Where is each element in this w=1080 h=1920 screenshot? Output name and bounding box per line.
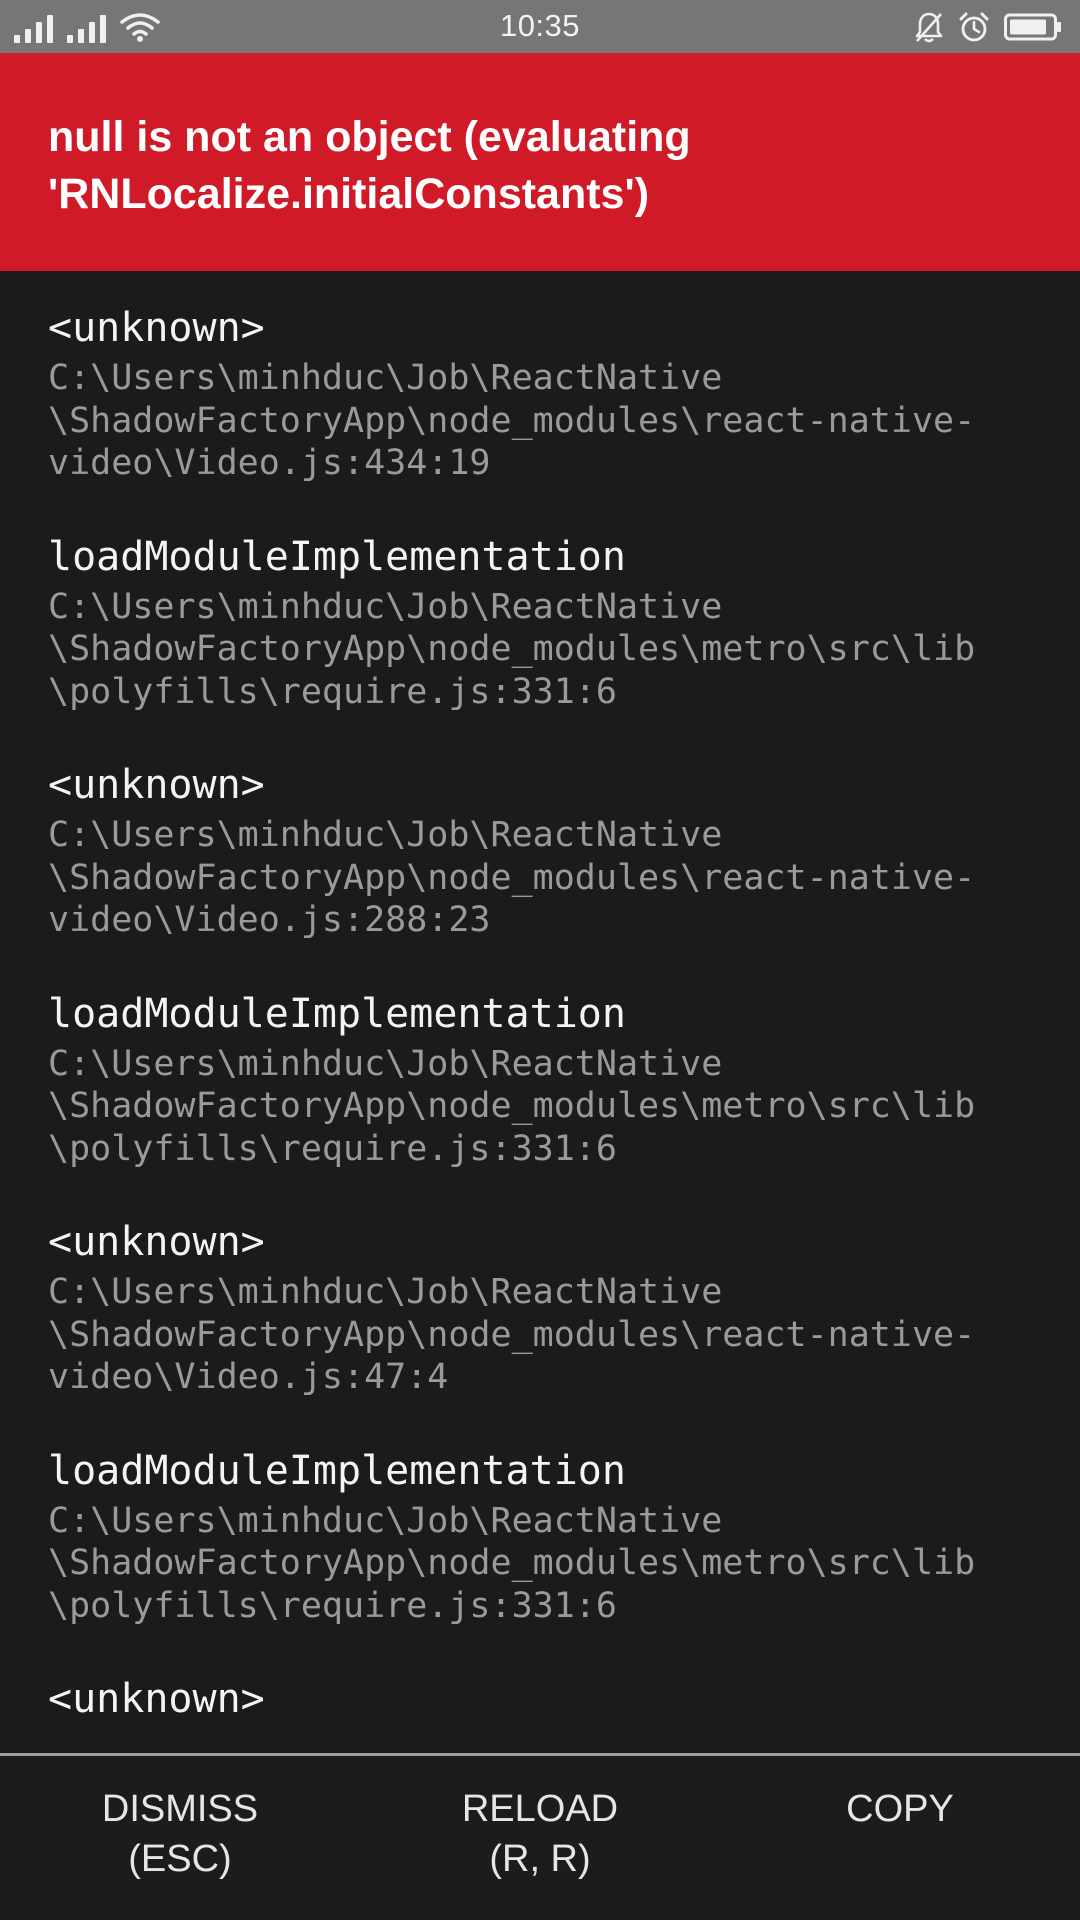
- stack-frame-method: loadModuleImplementation: [48, 1447, 626, 1494]
- stack-frame-method: <unknown>: [48, 762, 265, 808]
- stack-frame[interactable]: loadModuleImplementation C:\Users\minhdu…: [48, 989, 1032, 1171]
- alarm-icon: [959, 12, 989, 42]
- stack-frame-method: loadModuleImplementation: [48, 990, 626, 1037]
- status-bar: 10:35: [0, 0, 1080, 53]
- stack-frame-method: loadModuleImplementation: [48, 533, 626, 580]
- stack-frame[interactable]: <unknown> C:\Users\minhduc\Job\ReactNati…: [48, 760, 1032, 942]
- dismiss-button-label: DISMISS: [101, 1788, 259, 1830]
- error-message: null is not an object (evaluating 'RNLoc…: [48, 113, 691, 218]
- stack-frame-file: C:\Users\minhduc\Job\ReactNative \Shadow…: [48, 586, 976, 712]
- reload-button-shortcut: (R, R): [489, 1838, 591, 1880]
- error-header: null is not an object (evaluating 'RNLoc…: [0, 53, 1080, 271]
- stack-frame[interactable]: loadModuleImplementation C:\Users\minhdu…: [48, 532, 1032, 714]
- copy-button[interactable]: COPY: [720, 1756, 1080, 1920]
- stack-frame-file: C:\Users\minhduc\Job\ReactNative \Shadow…: [48, 815, 976, 940]
- status-right-icons: [914, 10, 1062, 44]
- stack-frame-file: C:\Users\minhduc\Job\ReactNative \Shadow…: [48, 1272, 976, 1397]
- reload-button-label: RELOAD: [461, 1788, 619, 1830]
- notifications-off-icon: [915, 12, 943, 43]
- stack-frame[interactable]: <unknown>: [48, 1674, 1032, 1724]
- stack-frame-file: C:\Users\minhduc\Job\ReactNative \Shadow…: [48, 358, 976, 483]
- stack-frame[interactable]: <unknown> C:\Users\minhduc\Job\ReactNati…: [48, 303, 1032, 485]
- stack-frame[interactable]: <unknown> C:\Users\minhduc\Job\ReactNati…: [48, 1217, 1032, 1399]
- stack-frame[interactable]: loadModuleImplementation C:\Users\minhdu…: [48, 1446, 1032, 1628]
- reload-button[interactable]: RELOAD (R, R): [360, 1756, 720, 1920]
- stack-frame-method: <unknown>: [48, 305, 265, 351]
- copy-button-label: COPY: [846, 1788, 954, 1830]
- dismiss-button-shortcut: (ESC): [128, 1838, 232, 1880]
- stack-frame-method: <unknown>: [48, 1219, 265, 1265]
- stack-frame-file: C:\Users\minhduc\Job\ReactNative \Shadow…: [48, 1500, 976, 1626]
- dismiss-button[interactable]: DISMISS (ESC): [0, 1756, 360, 1920]
- stack-trace[interactable]: <unknown> C:\Users\minhduc\Job\ReactNati…: [0, 271, 1080, 1753]
- error-toolbar: DISMISS (ESC) RELOAD (R, R) COPY: [0, 1753, 1080, 1920]
- stack-frame-file: C:\Users\minhduc\Job\ReactNative \Shadow…: [48, 1043, 976, 1169]
- battery-icon: [1004, 13, 1061, 41]
- stack-frame-method: <unknown>: [48, 1676, 265, 1722]
